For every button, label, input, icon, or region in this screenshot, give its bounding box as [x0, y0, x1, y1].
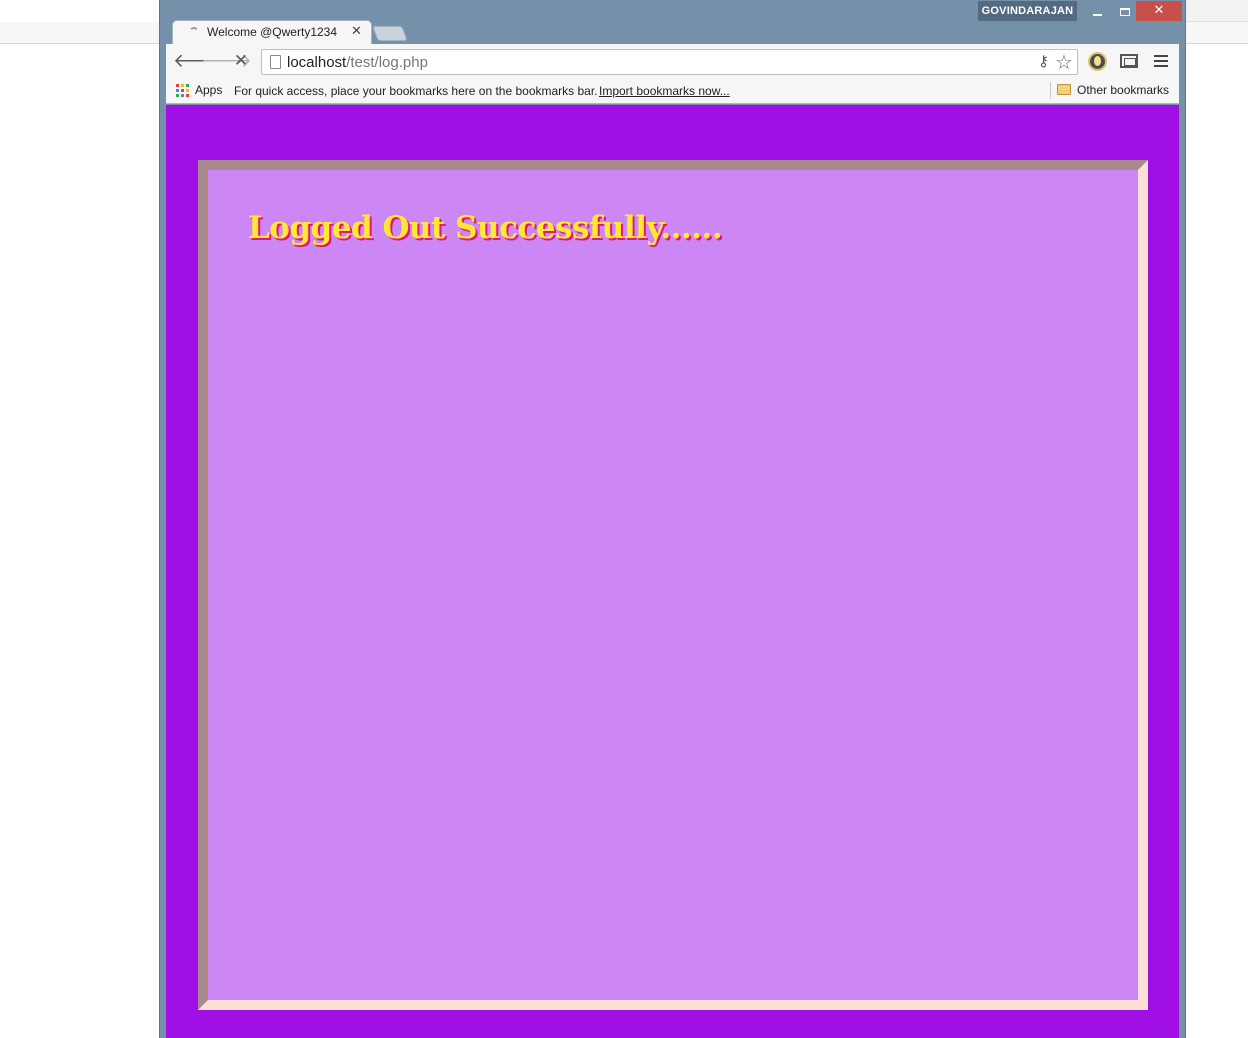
- stop-loading-icon[interactable]: ✕: [230, 51, 252, 71]
- apps-grid-dot: [186, 84, 189, 87]
- apps-grid-icon[interactable]: [176, 84, 189, 97]
- apps-label[interactable]: Apps: [195, 83, 222, 97]
- cast-icon[interactable]: [1120, 54, 1138, 68]
- forward-arrow-icon[interactable]: 🡒: [201, 51, 252, 71]
- other-bookmarks[interactable]: Other bookmarks: [1077, 83, 1169, 97]
- apps-grid-dot: [186, 94, 189, 97]
- page-icon: [270, 55, 281, 69]
- menu-icon[interactable]: [1154, 55, 1168, 67]
- folder-icon: [1057, 84, 1071, 95]
- key-icon[interactable]: ⚷: [1038, 52, 1049, 70]
- maximize-button[interactable]: [1111, 1, 1138, 21]
- url-path: /test/log.php: [346, 54, 428, 71]
- bookmarks-divider: [1050, 82, 1051, 99]
- apps-grid-dot: [181, 89, 184, 92]
- apps-grid-dot: [186, 89, 189, 92]
- apps-grid-dot: [176, 84, 179, 87]
- address-bar[interactable]: localhost/test/log.php ⚷ ☆: [261, 49, 1078, 75]
- url-host: localhost: [287, 54, 347, 71]
- maximize-icon: [1119, 7, 1130, 16]
- extension-icon[interactable]: [1088, 52, 1107, 71]
- tab-title: Welcome @Qwerty1234: [207, 25, 338, 39]
- bookmark-star-icon[interactable]: ☆: [1055, 50, 1073, 74]
- browser-toolbar: 🡐 🡒 ✕ localhost/test/log.php ⚷ ☆: [166, 44, 1179, 78]
- tab-welcome[interactable]: Welcome @Qwerty1234 ✕: [172, 20, 372, 45]
- browser-window: GOVINDARAJAN ✕ Welcome @Qwerty1234 ✕ 🡐 🡒…: [159, 0, 1186, 1038]
- loading-spinner-icon: [189, 27, 199, 37]
- minimize-button[interactable]: [1084, 1, 1111, 21]
- back-arrow-icon[interactable]: 🡐: [173, 51, 224, 71]
- bookmarks-hint: For quick access, place your bookmarks h…: [234, 84, 598, 98]
- close-window-button[interactable]: ✕: [1136, 1, 1182, 21]
- apps-grid-dot: [176, 94, 179, 97]
- background-window-panel: [1186, 0, 1248, 22]
- new-tab-button[interactable]: [372, 26, 408, 41]
- profile-button[interactable]: GOVINDARAJAN: [978, 1, 1077, 21]
- import-bookmarks-link[interactable]: Import bookmarks now...: [599, 84, 730, 98]
- close-icon: ✕: [1153, 3, 1165, 18]
- apps-grid-dot: [176, 89, 179, 92]
- page-content: Logged Out Successfully......: [166, 105, 1179, 1038]
- tab-close-icon[interactable]: ✕: [351, 24, 362, 39]
- minimize-icon: [1093, 13, 1102, 16]
- page-heading: Logged Out Successfully......: [248, 210, 723, 246]
- bookmarks-bar: Apps For quick access, place your bookma…: [166, 78, 1179, 104]
- apps-grid-dot: [181, 94, 184, 97]
- url-text[interactable]: localhost/test/log.php: [287, 54, 428, 71]
- content-panel: Logged Out Successfully......: [198, 160, 1148, 1010]
- apps-grid-dot: [181, 84, 184, 87]
